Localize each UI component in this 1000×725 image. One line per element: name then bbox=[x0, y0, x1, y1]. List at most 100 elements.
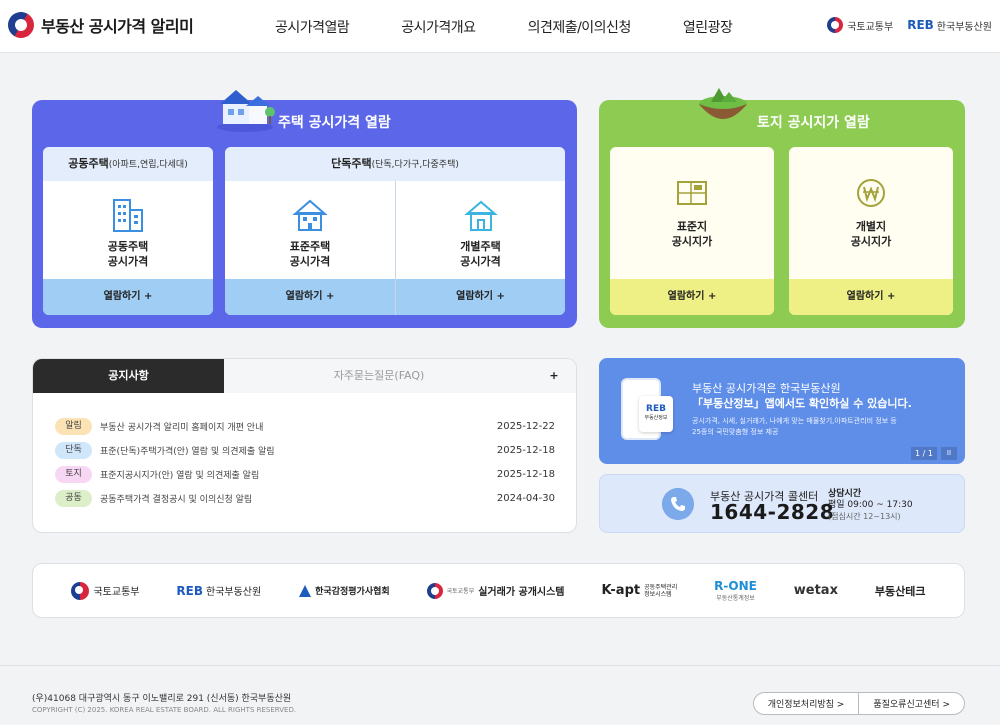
individual-house-icon bbox=[463, 200, 498, 231]
land-price-panel: 토지 공시지가 열람 표준지 공시지가 열람하기 + 개별지 공시지가 열람하기… bbox=[599, 88, 965, 328]
banner-pause-button[interactable]: II bbox=[941, 447, 957, 460]
notice-row[interactable]: 알림 부동산 공시가격 알리미 홈페이지 개편 안내 2025-12-22 bbox=[55, 417, 555, 435]
partner-kapt[interactable]: K-apt 공동주택관리 정보시스템 bbox=[601, 583, 677, 598]
partner-label: 한국부동산원 bbox=[206, 587, 262, 598]
reb-app-caption: 부동산정보 bbox=[644, 415, 668, 421]
won-coin-icon bbox=[857, 179, 885, 207]
notice-more-button[interactable]: + bbox=[532, 359, 576, 393]
nav-price-view[interactable]: 공시가격열람 bbox=[275, 17, 350, 37]
privacy-policy-button[interactable]: 개인정보처리방침 > bbox=[754, 693, 859, 714]
standard-land-view-button[interactable]: 열람하기 + bbox=[610, 279, 774, 315]
call-hours: 상담시간 평일 09:00 ~ 17:30 (점심시간 12~13시) bbox=[828, 489, 913, 522]
partner-sublabel: 부동산통계정보 bbox=[716, 595, 755, 602]
phone-call-icon bbox=[662, 488, 694, 520]
apartment-card-header: 공동주택(아파트,연립,다세대) bbox=[43, 147, 213, 181]
partner-links: 국토교통부 REB 한국부동산원 한국감정평가사협회 국토교통부 실거래가 공개… bbox=[32, 563, 965, 618]
apartment-card: 공동주택(아파트,연립,다세대) 공동주택 공시가격 열람하기 + bbox=[43, 147, 213, 315]
partner-sublabel: 공동주택관리 정보시스템 bbox=[644, 584, 677, 598]
partner-kapa[interactable]: 한국감정평가사협회 bbox=[298, 584, 390, 598]
notice-row[interactable]: 단독 표준(단독)주택가격(안) 열람 및 의견제출 알림 2025-12-18 bbox=[55, 441, 555, 459]
header-org-logos: 국토교통부 REB 한국부동산원 bbox=[827, 17, 992, 33]
standard-house-price-item[interactable]: 표준주택 공시가격 열람하기 + bbox=[225, 181, 395, 315]
standard-house-label-line2: 공시가격 bbox=[289, 255, 331, 268]
detached-head-title: 단독주택 bbox=[331, 157, 372, 170]
promo-line2: 「부동산정보」앱에서도 확인하실 수 있습니다. bbox=[692, 397, 912, 410]
standard-land-label-line2: 공시지가 bbox=[671, 235, 713, 248]
individual-house-view-button[interactable]: 열람하기 + bbox=[396, 279, 565, 315]
land-map-icon bbox=[677, 181, 707, 205]
partner-rtms[interactable]: 국토교통부 실거래가 공개시스템 bbox=[426, 582, 565, 599]
detached-card-header: 단독주택(단독,다가구,다중주택) bbox=[225, 147, 565, 181]
error-report-button[interactable]: 품질오류신고센터 > bbox=[858, 693, 964, 714]
individual-house-label: 개별주택 공시가격 bbox=[396, 239, 565, 269]
notice-title: 표준(단독)주택가격(안) 열람 및 의견제출 알림 bbox=[100, 446, 275, 457]
reb-app-card: REB 부동산정보 bbox=[639, 396, 673, 432]
house-illustration-icon bbox=[217, 90, 275, 132]
reb-logo-icon: REB bbox=[176, 583, 203, 598]
tab-faq[interactable]: 자주묻는질문(FAQ) bbox=[224, 359, 534, 393]
ministry-seal-icon bbox=[71, 581, 90, 600]
standard-house-label-line1: 표준주택 bbox=[289, 240, 331, 253]
partner-label: 한국감정평가사협회 bbox=[315, 587, 390, 597]
apartment-head-title: 공동주택 bbox=[68, 157, 109, 170]
nav-open-plaza[interactable]: 열린광장 bbox=[683, 17, 733, 37]
standard-land-card[interactable]: 표준지 공시지가 열람하기 + bbox=[610, 147, 774, 315]
call-center-number: 1644-2828 bbox=[710, 500, 835, 524]
ministry-seal-icon bbox=[426, 582, 443, 599]
individual-land-card[interactable]: 개별지 공시지가 열람하기 + bbox=[789, 147, 953, 315]
apartment-label-line1: 공동주택 bbox=[107, 240, 149, 253]
partner-label: K-apt bbox=[601, 583, 641, 598]
partner-label: R-ONE bbox=[714, 579, 757, 593]
partner-reb[interactable]: REB 한국부동산원 bbox=[176, 583, 262, 599]
housing-price-panel: 주택 공시가격 열람 공동주택(아파트,연립,다세대) 공동주택 공시가격 열람… bbox=[32, 90, 577, 328]
tab-notice[interactable]: 공지사항 bbox=[33, 359, 224, 393]
apartment-price-item[interactable]: 공동주택 공시가격 열람하기 + bbox=[43, 181, 213, 315]
notice-date: 2025-12-18 bbox=[496, 444, 555, 456]
logo-text: 부동산 공시가격 알리미 bbox=[41, 17, 194, 36]
partner-label: 부동산테크 bbox=[874, 584, 926, 598]
notice-badge: 단독 bbox=[55, 441, 92, 459]
footer-copyright: COPYRIGHT (C) 2025. KOREA REAL ESTATE BO… bbox=[32, 706, 297, 714]
promo-desc: 공시가격, 시세, 실거래가, 나에게 맞는 매물찾기,아파트관리비 정보 등 … bbox=[692, 416, 912, 438]
notice-badge: 공동 bbox=[55, 489, 92, 507]
detached-card: 단독주택(단독,다가구,다중주택) 표준주택 공시가격 열람하기 + 개별주택 … bbox=[225, 147, 565, 315]
call-hours-lunch: (점심시간 12~13시) bbox=[828, 512, 901, 521]
individual-house-label-line2: 공시가격 bbox=[460, 255, 501, 268]
partner-wetax[interactable]: wetax bbox=[794, 583, 838, 598]
notice-date: 2025-12-22 bbox=[496, 420, 555, 432]
standard-house-icon bbox=[292, 199, 328, 231]
nav-objection[interactable]: 의견제출/이의신청 bbox=[528, 17, 632, 37]
banner-pager: 1 / 1 bbox=[911, 447, 937, 460]
ministry-link[interactable]: 국토교통부 bbox=[847, 18, 893, 33]
site-logo[interactable]: 부동산 공시가격 알리미 bbox=[3, 7, 194, 43]
apartment-building-icon bbox=[113, 199, 143, 232]
individual-house-price-item[interactable]: 개별주택 공시가격 열람하기 + bbox=[396, 181, 565, 315]
reb-logo-icon: REB bbox=[907, 18, 934, 32]
kapt-sub-line2: 정보시스템 bbox=[644, 590, 672, 598]
standard-house-label: 표준주택 공시가격 bbox=[225, 239, 395, 269]
standard-land-label: 표준지 공시지가 bbox=[610, 219, 774, 249]
detached-head-sub: (단독,다가구,다중주택) bbox=[371, 160, 459, 170]
partner-retech[interactable]: 부동산테크 bbox=[875, 583, 926, 599]
reb-link[interactable]: 한국부동산원 bbox=[937, 18, 992, 33]
apartment-price-label: 공동주택 공시가격 bbox=[43, 239, 213, 269]
notice-box: 공지사항 자주묻는질문(FAQ) + 알림 부동산 공시가격 알리미 홈페이지 … bbox=[32, 358, 577, 533]
individual-house-label-line1: 개별주택 bbox=[460, 240, 501, 253]
partner-sublabel: 국토교통부 bbox=[446, 588, 475, 595]
partner-rone[interactable]: R-ONE 부동산통계정보 bbox=[714, 579, 757, 602]
partner-label: wetax bbox=[793, 583, 838, 598]
individual-land-view-button[interactable]: 열람하기 + bbox=[789, 279, 953, 315]
partner-label: 실거래가 공개시스템 bbox=[478, 587, 565, 598]
individual-land-label-line1: 개별지 bbox=[855, 220, 887, 233]
footer-buttons: 개인정보처리방침 > 품질오류신고센터 > bbox=[752, 692, 965, 715]
footer-address: (우)41068 대구광역시 동구 이노밸리로 291 (신서동) 한국부동산원 bbox=[32, 694, 292, 704]
nav-price-overview[interactable]: 공시가격개요 bbox=[401, 17, 476, 37]
apartment-view-button[interactable]: 열람하기 + bbox=[43, 279, 213, 315]
app-promo-banner[interactable]: REB 부동산정보 부동산 공시가격은 한국부동산원 「부동산정보」앱에서도 확… bbox=[599, 358, 965, 464]
notice-row[interactable]: 토지 표준지공시지가(안) 열람 및 의견제출 알림 2025-12-18 bbox=[55, 465, 555, 483]
partner-molit[interactable]: 국토교통부 bbox=[71, 581, 139, 600]
taegeuk-icon bbox=[3, 7, 39, 43]
standard-house-view-button[interactable]: 열람하기 + bbox=[225, 279, 395, 315]
notice-date: 2024-04-30 bbox=[496, 492, 555, 504]
notice-row[interactable]: 공동 공동주택가격 결정공시 및 이의신청 알림 2024-04-30 bbox=[55, 489, 555, 507]
